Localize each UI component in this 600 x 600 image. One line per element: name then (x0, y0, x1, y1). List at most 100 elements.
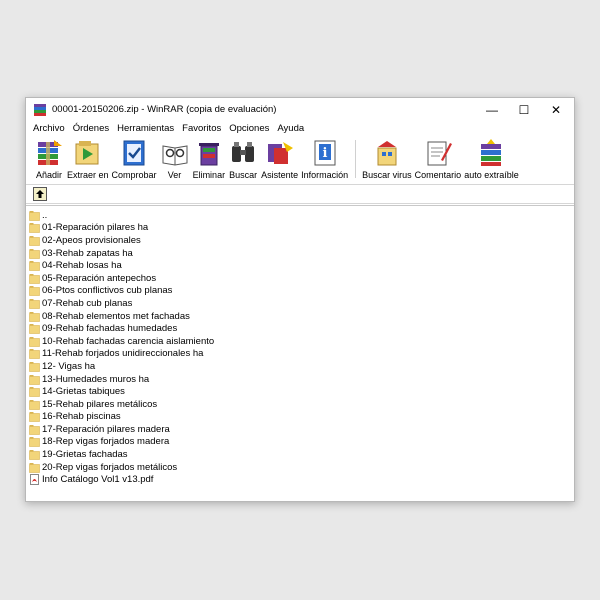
info-icon: i (314, 140, 336, 166)
file-name: 15-Rehab pilares metálicos (42, 398, 158, 410)
find-label: Buscar (229, 170, 258, 180)
file-row[interactable]: 07-Rehab cub planas (26, 297, 574, 310)
folder-icon (29, 399, 40, 410)
up-folder-button[interactable] (33, 187, 47, 201)
file-row[interactable]: .. (26, 209, 574, 222)
find-button[interactable]: Buscar (228, 138, 258, 180)
extract-to-button[interactable]: Extraer en (67, 138, 109, 180)
path-bar (26, 184, 574, 204)
folder-icon (29, 374, 40, 385)
file-row[interactable]: 04-Rehab losas ha (26, 259, 574, 272)
sfx-button[interactable]: auto extraíble (464, 138, 519, 180)
path-field[interactable] (55, 187, 568, 201)
folder-icon (29, 349, 40, 360)
view-icon (162, 145, 188, 166)
toolbar-separator (355, 140, 357, 178)
virus-scan-button[interactable]: Buscar virus (362, 138, 412, 180)
folder-icon (29, 273, 40, 284)
folder-icon (29, 235, 40, 246)
menu-ordenes[interactable]: Órdenes (69, 123, 113, 134)
file-name: 11-Rehab forjados unidireccionales ha (42, 348, 204, 360)
file-row[interactable]: 18-Rep vigas forjados madera (26, 436, 574, 449)
file-row[interactable]: 17-Reparación pilares madera (26, 423, 574, 436)
file-name: 05-Reparación antepechos (42, 272, 157, 284)
file-row[interactable]: 16-Rehab piscinas (26, 411, 574, 424)
file-row[interactable]: Info Catálogo Vol1 v13.pdf (26, 473, 574, 486)
menu-opciones[interactable]: Opciones (225, 123, 273, 134)
file-row[interactable]: 20-Rep vigas forjados metálicos (26, 461, 574, 474)
file-name: .. (42, 209, 48, 221)
menu-herramientas[interactable]: Herramientas (113, 123, 178, 134)
file-name: 07-Rehab cub planas (42, 297, 133, 309)
menu-ayuda[interactable]: Ayuda (273, 123, 308, 134)
file-name: 01-Reparación pilares ha (42, 222, 149, 234)
svg-text:i: i (322, 146, 327, 161)
file-row[interactable]: 10-Rehab fachadas carencia aislamiento (26, 335, 574, 348)
folder-icon (29, 462, 40, 473)
winrar-app-icon (34, 103, 46, 116)
add-archive-icon (38, 140, 62, 165)
maximize-button[interactable]: ☐ (508, 98, 540, 121)
winrar-window: 00001-20150206.zip - WinRAR (copia de ev… (25, 97, 575, 502)
file-row[interactable]: 01-Reparación pilares ha (26, 222, 574, 235)
folder-icon (29, 450, 40, 460)
file-row[interactable]: 02-Apeos provisionales (26, 234, 574, 247)
file-row[interactable]: 11-Rehab forjados unidireccionales ha (26, 348, 574, 361)
file-row[interactable]: 19-Grietas fachadas (26, 448, 574, 461)
file-row[interactable]: 14-Grietas tabiques (26, 385, 574, 398)
folder-icon (29, 223, 40, 234)
folder-icon (29, 298, 40, 309)
file-name: 17-Reparación pilares madera (42, 423, 170, 435)
file-name: 10-Rehab fachadas carencia aislamiento (42, 335, 215, 347)
folder-icon (29, 424, 40, 435)
file-row[interactable]: 08-Rehab elementos met fachadas (26, 310, 574, 323)
file-row[interactable]: 05-Reparación antepechos (26, 272, 574, 285)
title-bar[interactable]: 00001-20150206.zip - WinRAR (copia de ev… (26, 98, 574, 121)
info-button[interactable]: i Información (301, 138, 348, 180)
file-name: Info Catálogo Vol1 v13.pdf (42, 474, 154, 486)
up-folder-icon (36, 190, 44, 198)
wizard-button[interactable]: Asistente (261, 138, 298, 180)
comment-button[interactable]: Comentario (414, 138, 462, 180)
menu-favoritos[interactable]: Favoritos (178, 123, 225, 134)
window-title: 00001-20150206.zip - WinRAR (copia de ev… (52, 104, 277, 115)
file-row[interactable]: 13-Humedades muros ha (26, 373, 574, 386)
folder-icon (29, 336, 40, 347)
menu-archivo[interactable]: Archivo (29, 123, 69, 134)
find-icon (232, 142, 255, 162)
virus-scan-icon (377, 141, 397, 166)
folder-icon (29, 324, 40, 334)
view-button[interactable]: Ver (160, 138, 190, 180)
test-button[interactable]: Comprobar (112, 138, 157, 180)
test-icon (123, 140, 145, 166)
file-list[interactable]: .. 01-Reparación pilares ha 02-Apeos provi… (26, 205, 574, 501)
file-name: 13-Humedades muros ha (42, 373, 150, 385)
folder-icon (29, 261, 40, 271)
close-button[interactable]: ✕ (540, 98, 572, 121)
menu-bar: Archivo Órdenes Herramientas Favoritos O… (26, 121, 574, 136)
info-label: Información (301, 170, 349, 180)
file-row[interactable]: 09-Rehab fachadas humedades (26, 322, 574, 335)
add-button[interactable]: Añadir (34, 138, 64, 180)
wizard-label: Asistente (261, 170, 299, 180)
file-name: 18-Rep vigas forjados madera (42, 436, 170, 448)
extract-to-icon (75, 141, 99, 165)
file-row[interactable]: 12- Vigas ha (26, 360, 574, 373)
file-name: 14-Grietas tabiques (42, 386, 125, 398)
file-row[interactable]: 06-Ptos conflictivos cub planas (26, 285, 574, 298)
delete-button[interactable]: Eliminar (192, 138, 226, 180)
file-row[interactable]: 15-Rehab pilares metálicos (26, 398, 574, 411)
file-row[interactable]: 03-Rehab zapatas ha (26, 247, 574, 260)
file-name: 19-Grietas fachadas (42, 449, 128, 461)
folder-icon (29, 311, 40, 322)
file-name: 04-Rehab losas ha (42, 260, 122, 272)
sfx-icon (481, 139, 502, 166)
folder-icon (29, 412, 40, 423)
add-label: Añadir (35, 170, 62, 180)
delete-label: Eliminar (192, 170, 226, 180)
sfx-label: auto extraíble (464, 170, 519, 180)
file-name: 06-Ptos conflictivos cub planas (42, 285, 173, 297)
folder-icon (29, 387, 40, 397)
comment-label: Comentario (414, 170, 462, 180)
minimize-button[interactable]: — (476, 98, 508, 121)
